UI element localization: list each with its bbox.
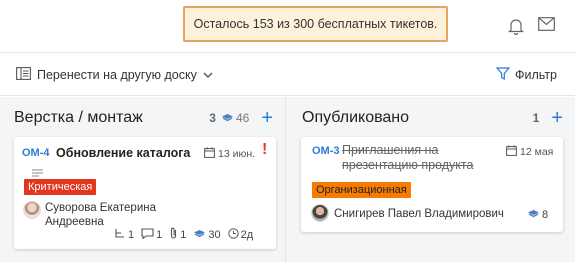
mail-icon[interactable]	[538, 17, 555, 36]
avatar	[23, 201, 41, 219]
column-header: Опубликовано 1 +	[302, 107, 563, 129]
calendar-icon	[204, 147, 215, 161]
column-header: Верстка / монтаж 3 46 +	[14, 107, 273, 129]
column-meta: 1 +	[533, 108, 563, 128]
chevron-down-icon	[203, 68, 213, 82]
card-due-date-text: 13 июн.	[218, 148, 256, 160]
add-card-button[interactable]: +	[551, 108, 563, 128]
comments-stat: 1	[141, 227, 163, 242]
attachment-icon	[169, 227, 178, 242]
story-points-icon	[527, 209, 540, 221]
column-count: 3	[209, 111, 216, 125]
card-stats: 1 1 1 30 2д	[114, 227, 253, 242]
time-stat: 2д	[227, 227, 254, 242]
filter-label: Фильтр	[515, 68, 557, 82]
story-points-icon	[221, 111, 234, 125]
bell-icon[interactable]	[508, 17, 524, 40]
column-meta: 3 46 +	[209, 108, 273, 128]
task-card[interactable]: ОМ-4 Обновление каталога 13 июн. ! Крити…	[14, 137, 276, 249]
filter-button[interactable]: Фильтр	[495, 65, 557, 85]
points-stat: 30	[193, 228, 221, 241]
category-tag: Организационная	[312, 182, 411, 198]
notice-text: Осталось 153 из 300 бесплатных тикетов.	[193, 17, 438, 31]
move-board-label: Перенести на другую доску	[37, 68, 197, 82]
priority-tag: Критическая	[24, 179, 97, 195]
column-points-value: 46	[235, 111, 250, 125]
column-count: 1	[532, 111, 540, 125]
free-tickets-notice: Осталось 153 из 300 бесплатных тикетов.	[183, 6, 448, 42]
board-icon	[16, 67, 31, 83]
card-stats: 8	[527, 209, 548, 221]
subtasks-count: 1	[128, 228, 135, 241]
points-stat: 8	[527, 209, 548, 221]
card-due-date: 13 июн.	[204, 147, 255, 161]
card-due-date: 12 мая	[506, 145, 553, 159]
points-value: 30	[208, 228, 221, 241]
points-value: 8	[542, 209, 549, 221]
assignee-name-line1: Суворова Екатерина	[45, 202, 156, 214]
column-title: Верстка / монтаж	[14, 109, 143, 126]
card-title-line1: Приглашения на	[342, 143, 439, 157]
card-title[interactable]: Приглашения на презентацию продукта	[342, 143, 473, 173]
calendar-icon	[506, 145, 517, 159]
time-value: 2д	[240, 228, 254, 241]
clock-icon	[227, 227, 239, 242]
high-priority-icon: !	[262, 141, 268, 158]
card-assignee: Суворова Екатерина Андреевна	[45, 201, 156, 229]
subtasks-icon	[114, 228, 126, 242]
kanban-board: Верстка / монтаж 3 46 + ОМ-4 Обновление …	[0, 97, 575, 262]
column-points: 46	[221, 111, 249, 125]
avatar	[311, 204, 329, 222]
subtasks-stat: 1	[114, 228, 134, 242]
story-points-icon	[193, 229, 206, 241]
move-board-button[interactable]: Перенести на другую доску	[16, 65, 213, 85]
column-title: Опубликовано	[302, 109, 410, 126]
board-toolbar: Перенести на другую доску Фильтр	[0, 52, 575, 96]
card-title-line2: презентацию продукта	[342, 158, 474, 172]
column-published: Опубликовано 1 + ОМ-3 Приглашения на пре…	[288, 97, 575, 262]
add-card-button[interactable]: +	[261, 108, 273, 128]
task-card[interactable]: ОМ-3 Приглашения на презентацию продукта…	[301, 137, 563, 232]
comment-icon	[141, 227, 154, 242]
card-assignee: Снигирев Павел Владимирович	[334, 208, 504, 220]
card-code[interactable]: ОМ-4	[22, 147, 50, 159]
filter-icon	[495, 67, 511, 83]
attachments-stat: 1	[169, 227, 186, 242]
top-bar: Осталось 153 из 300 бесплатных тикетов.	[0, 0, 575, 52]
card-title[interactable]: Обновление каталога	[56, 146, 190, 160]
column-layout: Верстка / монтаж 3 46 + ОМ-4 Обновление …	[0, 97, 286, 262]
comments-count: 1	[156, 228, 163, 241]
attachments-count: 1	[180, 228, 187, 241]
card-due-date-text: 12 мая	[520, 146, 554, 158]
card-code[interactable]: ОМ-3	[312, 145, 340, 157]
